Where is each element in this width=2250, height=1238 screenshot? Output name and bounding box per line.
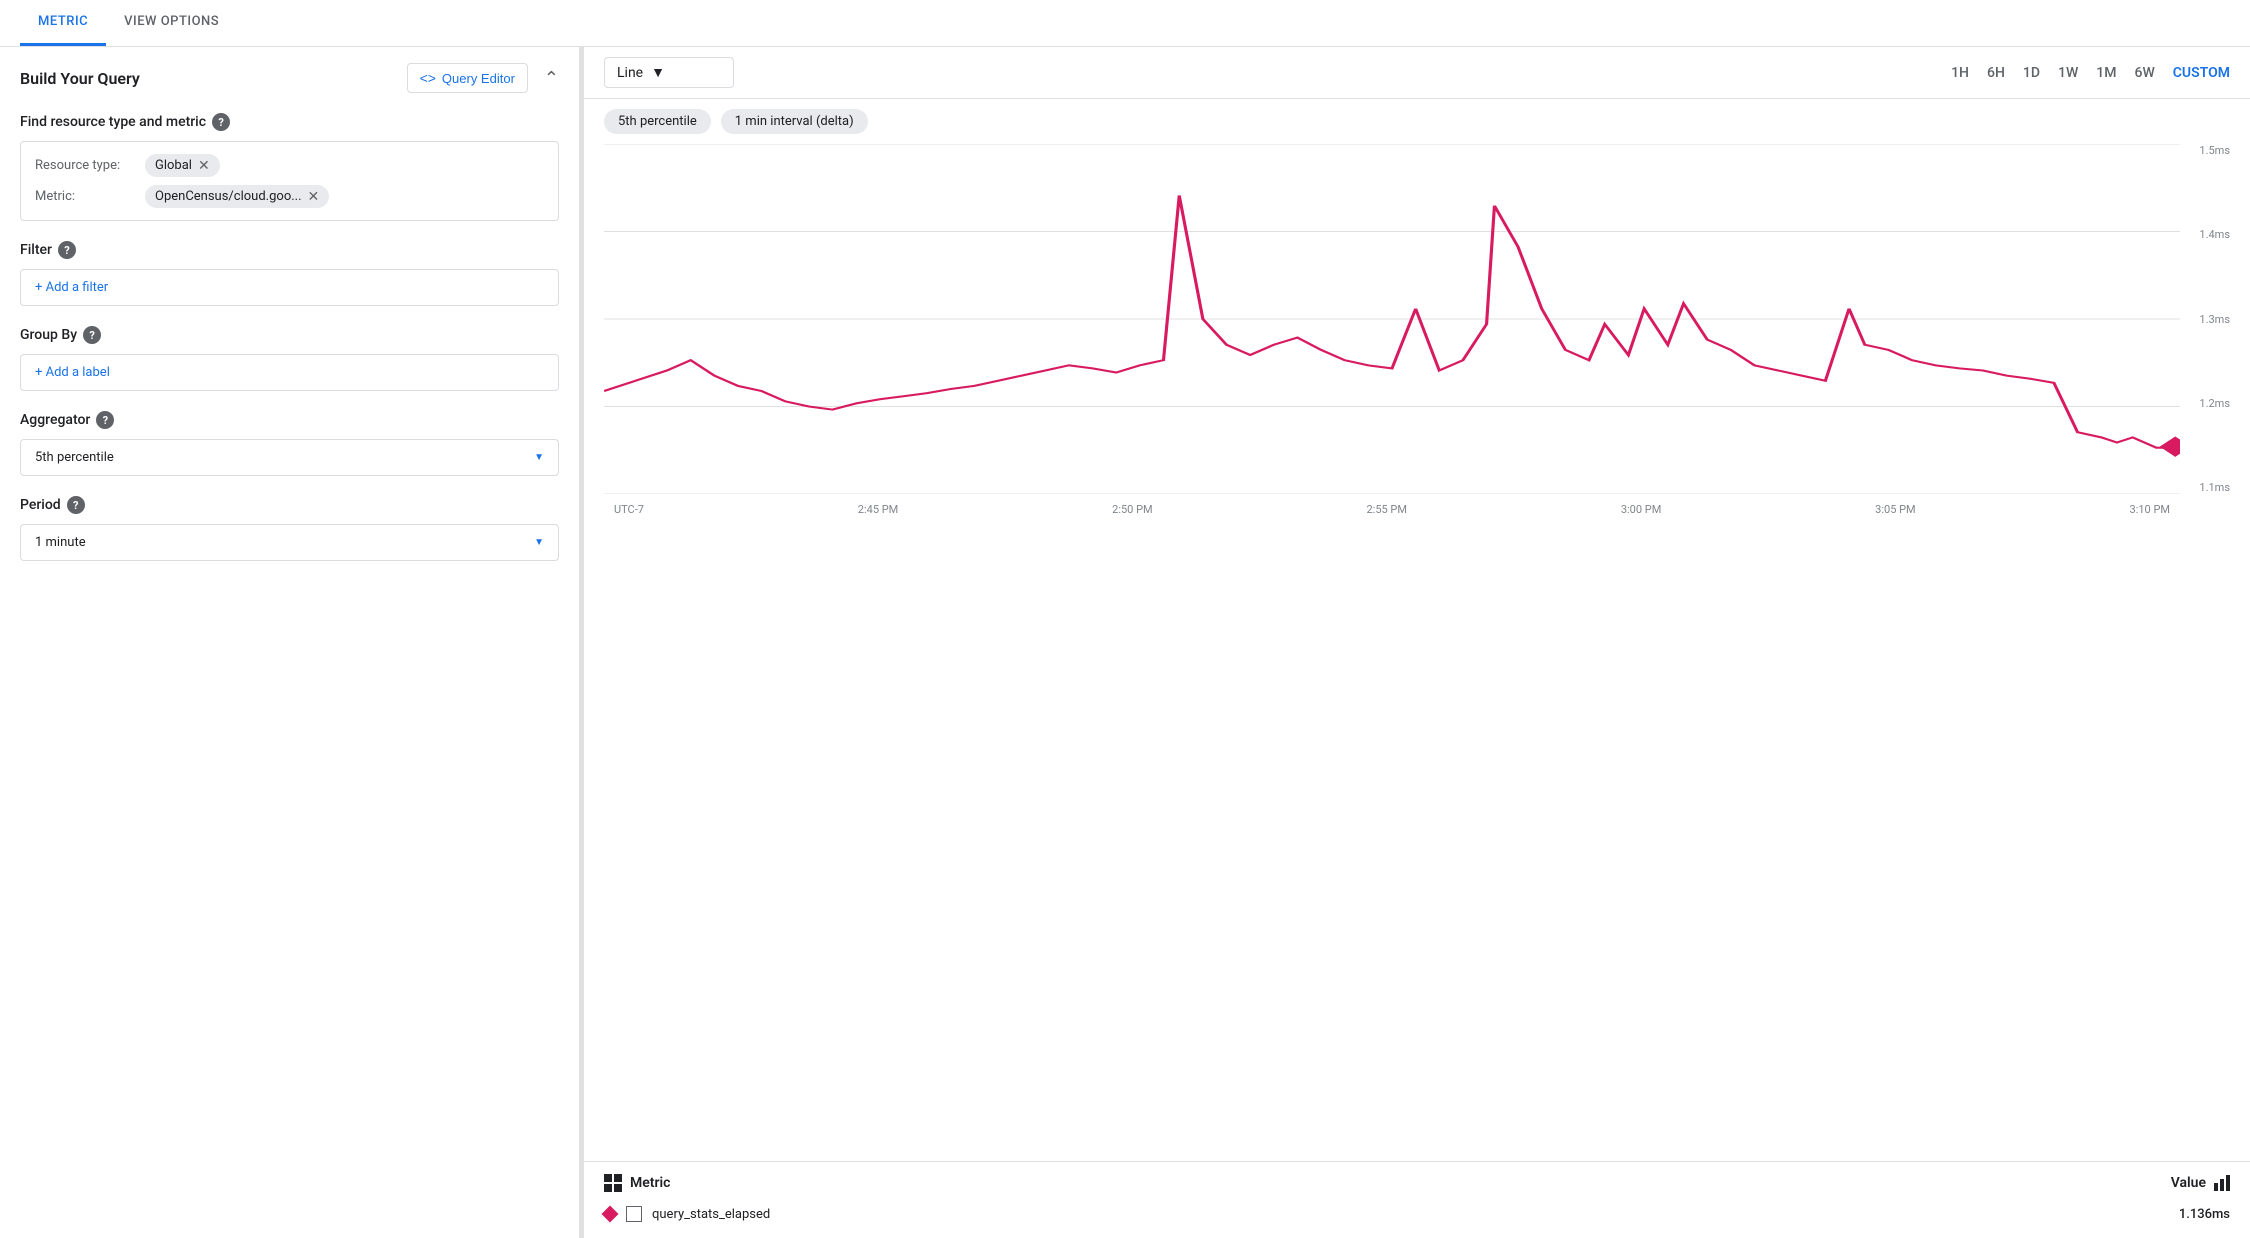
grid-cell-3: [604, 1184, 612, 1192]
aggregator-label: Aggregator ?: [20, 411, 559, 429]
legend-square-icon: [626, 1206, 642, 1222]
metric-chip-close[interactable]: ✕: [308, 190, 320, 204]
aggregator-select[interactable]: 5th percentile ▼: [20, 439, 559, 476]
chart-type-label: Line: [617, 65, 643, 81]
filter-chip-interval[interactable]: 1 min interval (delta): [721, 109, 868, 134]
legend-value-0: 1.136ms: [2179, 1207, 2230, 1222]
metric-row: Metric: OpenCensus/cloud.goo... ✕: [35, 185, 544, 208]
period-dropdown-arrow: ▼: [534, 537, 544, 548]
y-label-3: 1.2ms: [2199, 397, 2230, 410]
time-btn-custom[interactable]: CUSTOM: [2173, 65, 2230, 81]
y-axis: 1.5ms 1.4ms 1.3ms 1.2ms 1.1ms: [2180, 144, 2230, 494]
x-label-1: 2:45 PM: [858, 503, 898, 516]
top-tabs: METRIC VIEW OPTIONS: [0, 0, 2250, 47]
legend-header: Metric Value: [604, 1174, 2230, 1192]
aggregator-dropdown-arrow: ▼: [534, 452, 544, 463]
legend-metric-name-0: query_stats_elapsed: [652, 1207, 770, 1222]
chart-type-arrow: ▼: [651, 64, 665, 81]
period-value: 1 minute: [35, 535, 86, 550]
collapse-button[interactable]: ⌃: [544, 68, 559, 89]
group-by-label: Group By ?: [20, 326, 559, 344]
chart-filters: 5th percentile 1 min interval (delta): [584, 99, 2250, 144]
build-query-header: Build Your Query <> Query Editor ⌃: [20, 63, 559, 93]
time-btn-1w[interactable]: 1W: [2058, 65, 2078, 81]
metric-chip[interactable]: OpenCensus/cloud.goo... ✕: [145, 185, 329, 208]
add-filter-button[interactable]: + Add a filter: [20, 269, 559, 306]
x-label-0: UTC-7: [614, 503, 644, 516]
x-label-3: 2:55 PM: [1366, 503, 1406, 516]
bar-cell-3: [2226, 1175, 2230, 1191]
chart-svg-wrapper: [604, 144, 2180, 494]
x-axis: UTC-7 2:45 PM 2:50 PM 2:55 PM 3:00 PM 3:…: [604, 494, 2180, 524]
grid-cell-1: [604, 1174, 612, 1182]
resource-type-label: Resource type:: [35, 158, 135, 173]
y-label-1: 1.4ms: [2199, 228, 2230, 241]
legend-row-0: query_stats_elapsed 1.136ms: [604, 1202, 2230, 1226]
code-icon: <>: [420, 70, 436, 86]
legend-metric-col-label: Metric: [630, 1175, 670, 1191]
grid-cell-4: [614, 1184, 622, 1192]
x-label-2: 2:50 PM: [1112, 503, 1152, 516]
bar-cell-2: [2220, 1179, 2224, 1191]
query-editor-button[interactable]: <> Query Editor: [407, 63, 528, 93]
add-label-button[interactable]: + Add a label: [20, 354, 559, 391]
find-resource-label: Find resource type and metric ?: [20, 113, 559, 131]
chart-type-select[interactable]: Line ▼: [604, 57, 734, 88]
resource-type-row: Resource type: Global ✕: [35, 154, 544, 177]
chart-toolbar: Line ▼ 1H 6H 1D 1W 1M 6W CUSTOM: [584, 47, 2250, 99]
x-label-6: 3:10 PM: [2130, 503, 2170, 516]
chart-container: 1.5ms 1.4ms 1.3ms 1.2ms 1.1ms UTC-7 2:45…: [604, 144, 2230, 524]
period-help-icon[interactable]: ?: [67, 496, 85, 514]
grid-cell-2: [614, 1174, 622, 1182]
find-resource-help-icon[interactable]: ?: [212, 113, 230, 131]
resource-type-chip[interactable]: Global ✕: [145, 154, 220, 177]
legend-section: Metric Value query_stats_elapsed: [584, 1161, 2250, 1238]
build-query-title: Build Your Query: [20, 69, 140, 88]
period-label: Period ?: [20, 496, 559, 514]
resource-type-chip-close[interactable]: ✕: [198, 159, 210, 173]
filter-section: Filter ? + Add a filter: [20, 241, 559, 306]
legend-diamond-icon: [602, 1206, 619, 1223]
find-resource-section: Find resource type and metric ? Resource…: [20, 113, 559, 221]
period-section: Period ? 1 minute ▼: [20, 496, 559, 561]
filter-help-icon[interactable]: ?: [58, 241, 76, 259]
y-label-4: 1.1ms: [2199, 481, 2230, 494]
tab-view-options[interactable]: VIEW OPTIONS: [106, 0, 237, 46]
group-by-section: Group By ? + Add a label: [20, 326, 559, 391]
period-select[interactable]: 1 minute ▼: [20, 524, 559, 561]
time-range-buttons: 1H 6H 1D 1W 1M 6W CUSTOM: [1951, 65, 2230, 81]
legend-row-left-0: query_stats_elapsed: [604, 1206, 770, 1222]
group-by-help-icon[interactable]: ?: [83, 326, 101, 344]
resource-box: Resource type: Global ✕ Metric: OpenCens…: [20, 141, 559, 221]
chart-svg: [604, 144, 2180, 494]
time-btn-6h[interactable]: 6H: [1987, 65, 2005, 81]
metric-label: Metric:: [35, 189, 135, 204]
legend-value-col-label: Value: [2171, 1175, 2206, 1191]
time-btn-1h[interactable]: 1H: [1951, 65, 1969, 81]
y-label-2: 1.3ms: [2199, 313, 2230, 326]
filter-chip-percentile[interactable]: 5th percentile: [604, 109, 711, 134]
bar-cell-1: [2214, 1183, 2218, 1191]
time-btn-1m[interactable]: 1M: [2096, 65, 2116, 81]
legend-value-header: Value: [2171, 1175, 2230, 1191]
legend-metric-header: Metric: [604, 1174, 670, 1192]
grid-icon: [604, 1174, 622, 1192]
aggregator-section: Aggregator ? 5th percentile ▼: [20, 411, 559, 476]
x-label-4: 3:00 PM: [1621, 503, 1661, 516]
aggregator-help-icon[interactable]: ?: [96, 411, 114, 429]
x-label-5: 3:05 PM: [1875, 503, 1915, 516]
left-panel: Build Your Query <> Query Editor ⌃ Find …: [0, 47, 580, 1238]
y-label-0: 1.5ms: [2199, 144, 2230, 157]
right-panel: Line ▼ 1H 6H 1D 1W 1M 6W CUSTOM 5th perc…: [584, 47, 2250, 1238]
aggregator-value: 5th percentile: [35, 450, 114, 465]
main-content: Build Your Query <> Query Editor ⌃ Find …: [0, 47, 2250, 1238]
filter-label: Filter ?: [20, 241, 559, 259]
bars-icon[interactable]: [2214, 1175, 2230, 1191]
time-btn-6w[interactable]: 6W: [2134, 65, 2154, 81]
tab-metric[interactable]: METRIC: [20, 0, 106, 46]
time-btn-1d[interactable]: 1D: [2023, 65, 2040, 81]
query-editor-label: Query Editor: [442, 71, 515, 86]
chart-area: 1.5ms 1.4ms 1.3ms 1.2ms 1.1ms UTC-7 2:45…: [584, 144, 2250, 1161]
